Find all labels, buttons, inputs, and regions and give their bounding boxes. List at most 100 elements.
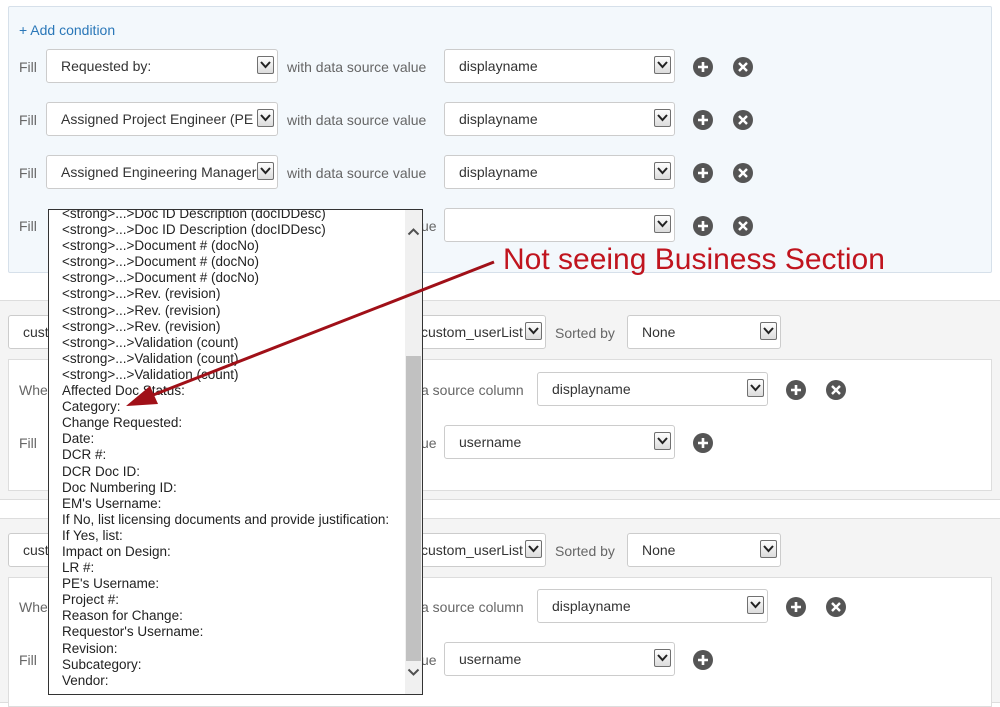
sort-select-value: None [642,324,676,340]
field-select[interactable]: Assigned Project Engineer (PE [46,102,278,136]
remove-icon[interactable] [733,57,753,77]
dropdown-option[interactable]: <strong>...>Doc ID Description (docIDDes… [62,210,407,222]
chevron-down-icon[interactable] [760,322,777,340]
add-icon[interactable] [693,433,713,453]
source-select-value: cust [23,542,49,558]
add-icon[interactable] [693,650,713,670]
dropdown-option[interactable]: Doc Numbering ID: [62,480,407,496]
dropdown-option[interactable]: DCR Doc ID: [62,464,407,480]
add-icon[interactable] [786,380,806,400]
dropdown-option[interactable]: If Yes, list: [62,528,407,544]
dropdown-option[interactable]: <strong>...>Validation (count) [62,367,407,383]
dropdown-option[interactable]: <strong>...>Doc ID Description (docIDDes… [62,222,407,238]
dropdown-option[interactable]: <strong>...>Document # (docNo) [62,270,407,286]
scrollbar-thumb[interactable] [406,356,421,661]
fill-value-select[interactable]: username [444,425,675,459]
chevron-down-icon[interactable] [257,162,274,180]
add-icon[interactable] [693,216,713,236]
fill-label: Fill [19,59,37,75]
source-column-select[interactable]: displayname [537,372,768,406]
with-data-source-label: with data source value [287,165,427,181]
dropdown-option[interactable]: Reason for Change: [62,608,407,624]
scroll-down-arrow[interactable] [405,664,422,680]
field-select-value: Assigned Engineering Manager [61,164,257,180]
data-source-value: displayname [459,58,538,74]
dropdown-option[interactable]: Revision: [62,641,407,657]
chevron-down-icon[interactable] [654,215,671,233]
chevron-down-icon[interactable] [747,596,764,614]
dropdown-option[interactable]: Vendor: [62,673,407,689]
source-column-select[interactable]: displayname [537,589,768,623]
chevron-down-icon[interactable] [654,56,671,74]
dropdown-option[interactable]: Change Requested: [62,415,407,431]
list-select-value: custom_userList [421,542,523,558]
sort-select[interactable]: None [627,315,781,349]
data-source-value-select[interactable]: displayname [444,155,675,189]
data-source-value: displayname [459,111,538,127]
fill-value-select[interactable]: username [444,642,675,676]
remove-icon[interactable] [733,110,753,130]
data-source-value-select[interactable] [444,208,675,242]
dropdown-option[interactable]: <strong>...>Document # (docNo) [62,238,407,254]
dropdown-option[interactable]: <strong>...>Rev. (revision) [62,303,407,319]
dropdown-option[interactable]: If No, list licensing documents and prov… [62,512,407,528]
source-column-label: a source column [421,382,524,398]
value-label: ue [421,435,437,451]
data-source-value-select[interactable]: displayname [444,49,675,83]
add-icon[interactable] [786,597,806,617]
dropdown-option[interactable]: Subcategory: [62,657,407,673]
dropdown-option[interactable]: EM's Username: [62,496,407,512]
remove-icon[interactable] [826,597,846,617]
dropdown-option[interactable]: <strong>...>Rev. (revision) [62,319,407,335]
chevron-down-icon[interactable] [257,56,274,74]
sorted-by-label: Sorted by [555,543,615,559]
list-select-value: custom_userList [421,324,523,340]
scrollbar[interactable] [405,210,422,694]
source-column-value: displayname [552,381,631,397]
add-condition-link[interactable]: + Add condition [19,21,115,39]
chevron-down-icon[interactable] [525,322,542,340]
dropdown-option[interactable]: Requestor's Username: [62,624,407,640]
chevron-down-icon[interactable] [654,649,671,667]
chevron-down-icon[interactable] [747,379,764,397]
dropdown-option[interactable]: <strong>...>Validation (count) [62,335,407,351]
data-source-value: displayname [459,164,538,180]
chevron-down-icon[interactable] [525,540,542,558]
chevron-down-icon[interactable] [257,109,274,127]
add-icon[interactable] [693,57,713,77]
dropdown-option[interactable]: Date: [62,431,407,447]
dropdown-option[interactable]: PE's Username: [62,576,407,592]
source-select-value: cust [23,324,49,340]
dropdown-option[interactable]: <strong>...>Validation (count) [62,351,407,367]
with-data-source-label: with data source value [287,112,427,128]
dropdown-option[interactable]: DCR #: [62,447,407,463]
remove-icon[interactable] [826,380,846,400]
remove-icon[interactable] [733,163,753,183]
dropdown-option[interactable]: Project #: [62,592,407,608]
source-column-value: displayname [552,598,631,614]
dropdown-option[interactable]: Impact on Design: [62,544,407,560]
remove-icon[interactable] [733,216,753,236]
list-select[interactable]: custom_userList [410,533,546,567]
field-dropdown-list[interactable]: <strong>...>Doc ID Description (docIDDes… [48,209,423,695]
data-source-value-select[interactable]: displayname [444,102,675,136]
dropdown-option[interactable]: <strong>...>Document # (docNo) [62,254,407,270]
dropdown-option[interactable]: Affected Doc Status: [62,383,407,399]
dropdown-option[interactable]: <strong>...>Rev. (revision) [62,286,407,302]
field-select[interactable]: Assigned Engineering Manager [46,155,278,189]
field-select-value: Requested by: [61,58,152,74]
sort-select-value: None [642,542,676,558]
sort-select[interactable]: None [627,533,781,567]
list-select[interactable]: custom_userList [410,315,546,349]
chevron-down-icon[interactable] [654,432,671,450]
scroll-up-arrow[interactable] [405,224,422,240]
dropdown-option[interactable]: Category: [62,399,407,415]
chevron-down-icon[interactable] [654,109,671,127]
chevron-down-icon[interactable] [760,540,777,558]
with-data-source-label: ue [421,218,437,234]
field-select[interactable]: Requested by: [46,49,278,83]
dropdown-option[interactable]: LR #: [62,560,407,576]
add-icon[interactable] [693,110,713,130]
chevron-down-icon[interactable] [654,162,671,180]
add-icon[interactable] [693,163,713,183]
